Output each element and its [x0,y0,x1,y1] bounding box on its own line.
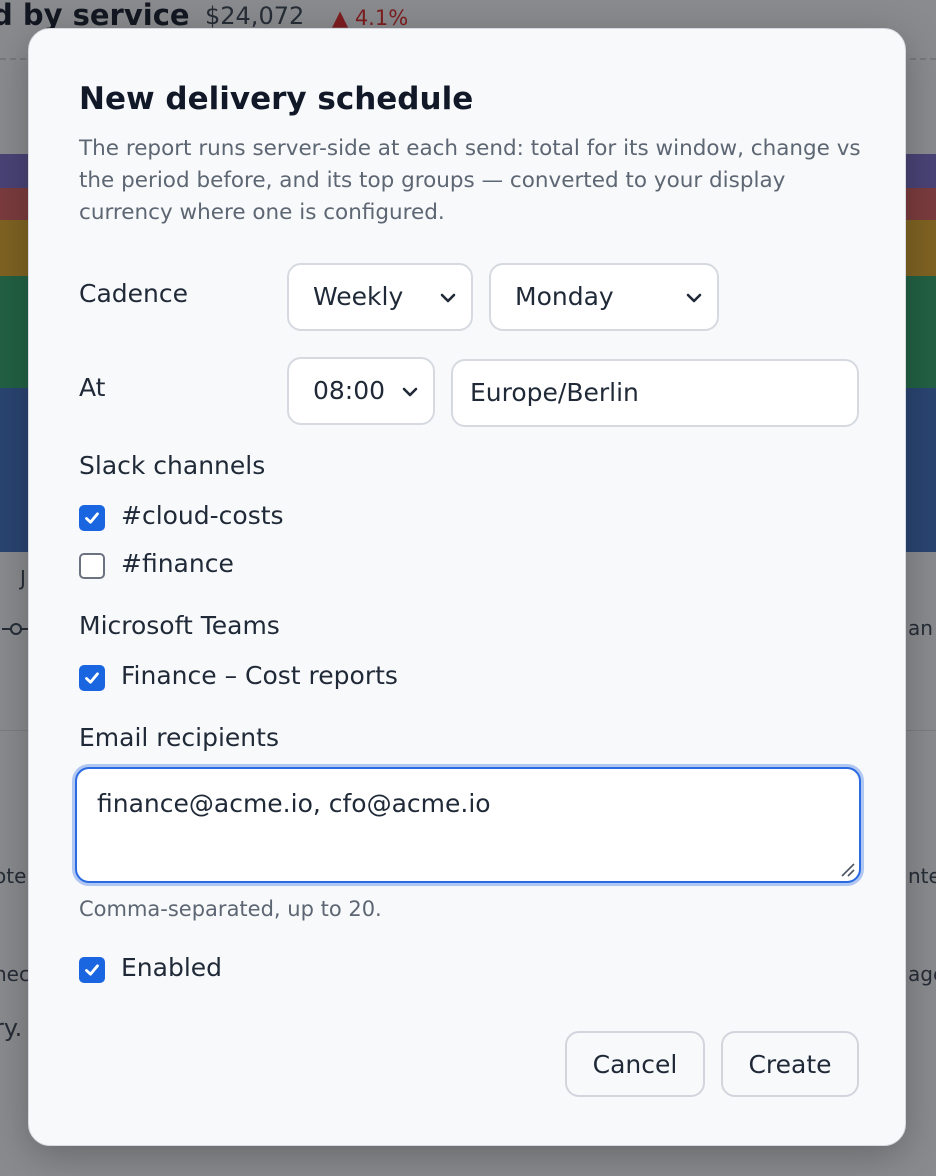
chevron-down-icon [402,387,418,397]
time-label: At [79,373,106,402]
cadence-day-value: Monday [515,282,614,311]
slack-channels-label: Slack channels [79,451,266,480]
slack-channel-label: #finance [121,549,234,578]
cadence-label: Cadence [79,279,188,308]
dialog-title: New delivery schedule [79,81,474,117]
cadence-day-select[interactable]: Monday [489,263,719,331]
time-value: 08:00 [313,376,386,405]
resize-grip-icon[interactable] [839,861,855,877]
timezone-input[interactable]: Europe/Berlin [451,359,859,427]
checkbox-unchecked[interactable] [79,553,105,579]
email-recipients-textarea[interactable]: finance@acme.io, cfo@acme.io [75,767,861,883]
time-select[interactable]: 08:00 [287,357,435,425]
checkmark-icon [85,672,99,684]
chevron-down-icon [686,293,702,303]
cadence-frequency-select[interactable]: Weekly [287,263,473,331]
cancel-button[interactable]: Cancel [565,1031,705,1097]
checkmark-icon [85,964,99,976]
teams-channels-label: Microsoft Teams [79,611,280,640]
email-recipients-label: Email recipients [79,723,279,752]
checkmark-icon [85,512,99,524]
create-button[interactable]: Create [721,1031,859,1097]
email-recipients-value: finance@acme.io, cfo@acme.io [97,789,491,818]
checkbox-checked[interactable] [79,957,105,983]
delivery-schedule-dialog: New delivery schedule The report runs se… [28,28,906,1146]
dialog-description: The report runs server-side at each send… [79,136,861,225]
email-hint: Comma-separated, up to 20. [79,897,382,921]
teams-channel-label: Finance – Cost reports [121,661,398,690]
slack-channel-label: #cloud-costs [121,501,284,530]
timezone-value: Europe/Berlin [470,378,639,407]
enabled-label: Enabled [121,953,223,982]
cadence-frequency-value: Weekly [313,282,404,311]
checkbox-checked[interactable] [79,665,105,691]
checkbox-checked[interactable] [79,505,105,531]
chevron-down-icon [440,293,456,303]
